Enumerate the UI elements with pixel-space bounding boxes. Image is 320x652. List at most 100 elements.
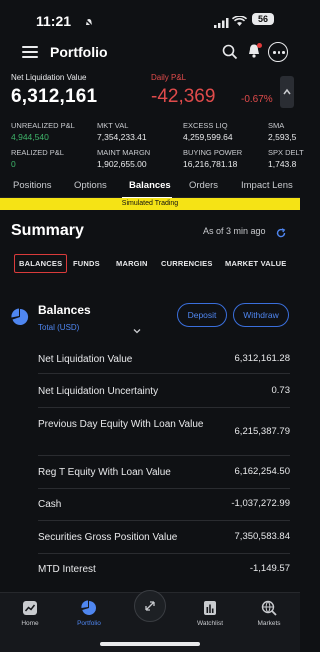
nav-markets[interactable]: Markets xyxy=(244,599,294,627)
balance-row-value: 0.73 xyxy=(271,385,291,396)
balance-row-value: -1,149.57 xyxy=(249,563,290,574)
spx-delta-label: SPX DELT xyxy=(268,148,304,157)
globe-search-icon xyxy=(244,599,294,617)
nav-watchlist[interactable]: Watchlist xyxy=(185,599,235,627)
chevron-up-icon xyxy=(283,88,291,95)
mkt-val-label: MKT VAL xyxy=(97,121,129,130)
balance-row: Reg T Equity With Loan Value 6,162,254.5… xyxy=(38,456,290,489)
subtab-funds[interactable]: FUNDS xyxy=(73,259,100,268)
pie-chart-icon xyxy=(11,308,29,331)
nav-markets-label: Markets xyxy=(257,620,281,627)
home-indicator xyxy=(100,642,200,646)
balance-row-value: 6,162,254.50 xyxy=(234,466,290,477)
balance-row: MTD Interest -1,149.57 xyxy=(38,554,290,586)
silent-bell-icon xyxy=(84,15,94,33)
balance-row: Net Liquidation Value 6,312,161.28 xyxy=(38,340,290,374)
sma-value: 2,593,5 xyxy=(268,132,297,142)
more-options-icon[interactable] xyxy=(268,42,288,62)
expand-handle[interactable] xyxy=(280,76,294,108)
realized-pnl-value: 0 xyxy=(11,159,16,169)
mkt-val-value: 7,354,233.41 xyxy=(97,132,147,142)
buying-power-value: 16,216,781.18 xyxy=(183,159,238,169)
nav-home[interactable]: Home xyxy=(5,599,55,627)
app-header: Portfolio xyxy=(0,38,300,68)
subtab-currencies[interactable]: CURRENCIES xyxy=(161,259,213,268)
tab-positions[interactable]: Positions xyxy=(13,180,52,191)
maint-margin-label: MAINT MARGN xyxy=(97,148,151,157)
tab-options[interactable]: Options xyxy=(74,180,107,191)
as-of-timestamp: As of 3 min ago xyxy=(203,226,266,236)
chart-line-icon xyxy=(5,599,55,617)
balance-row: Cash -1,037,272.99 xyxy=(38,489,290,521)
balance-row: Securities Gross Position Value 7,350,58… xyxy=(38,521,290,554)
watchlist-icon xyxy=(185,599,235,617)
nav-portfolio[interactable]: Portfolio xyxy=(64,599,114,627)
realized-pnl-label: REALIZED P&L xyxy=(11,148,64,157)
currency-selector[interactable]: Total (USD) xyxy=(38,323,79,332)
balance-row-label: Reg T Equity With Loan Value xyxy=(38,467,171,478)
spx-delta-value: 1,743.8 xyxy=(268,159,297,169)
balance-row-value: 6,312,161.28 xyxy=(234,353,290,364)
refresh-icon[interactable] xyxy=(276,225,286,243)
balance-row-label: Cash xyxy=(38,499,62,510)
trade-button[interactable] xyxy=(134,590,166,622)
trade-arrows-icon xyxy=(145,601,155,611)
tab-impact-lens[interactable]: Impact Lens xyxy=(241,180,293,191)
balance-row-label: Net Liquidation Value xyxy=(38,354,133,365)
subtab-balances[interactable]: BALANCES xyxy=(14,254,68,273)
status-bar: 11:21 56 xyxy=(0,0,300,34)
notification-bell-icon[interactable] xyxy=(247,43,262,64)
subtab-market-value[interactable]: MARKET VALUE xyxy=(225,259,286,268)
pie-chart-icon xyxy=(64,599,114,617)
balance-row-value: 7,350,583.84 xyxy=(234,531,290,542)
page-title: Portfolio xyxy=(50,44,108,60)
buying-power-label: BUYING POWER xyxy=(183,148,243,157)
unrealized-pnl-value: 4,944,540 xyxy=(11,132,49,142)
nav-watchlist-label: Watchlist xyxy=(196,620,224,627)
buying-power: BUYING POWER 16,216,781.18 xyxy=(183,148,242,169)
chevron-down-icon[interactable] xyxy=(132,322,142,340)
subtab-margin[interactable]: MARGIN xyxy=(116,259,148,268)
status-time: 11:21 xyxy=(36,13,72,29)
summary-title: Summary xyxy=(11,222,84,239)
excess-liq-value: 4,259,599.64 xyxy=(183,132,233,142)
excess-liq: EXCESS LIQ 4,259,599.64 xyxy=(183,121,233,142)
search-icon[interactable] xyxy=(222,44,238,65)
simulated-trading-banner: Simulated Trading xyxy=(0,198,300,210)
sma: SMA 2,593,5 xyxy=(268,121,296,142)
net-liq-value: 6,312,161 xyxy=(11,86,98,107)
daily-pnl-label: Daily P&L xyxy=(151,73,187,82)
maint-margin: MAINT MARGN 1,902,655.00 xyxy=(97,148,150,169)
net-liq-label: Net Liquidation Value xyxy=(11,73,87,82)
balance-row-label: MTD Interest xyxy=(38,564,96,575)
balance-row: Net Liquidation Uncertainty 0.73 xyxy=(38,374,290,408)
tab-balances[interactable]: Balances xyxy=(129,180,171,191)
balances-title: Balances xyxy=(38,303,91,317)
balance-row-value: -1,037,272.99 xyxy=(231,498,290,509)
portfolio-tabs: Positions Options Balances Orders Impact… xyxy=(0,176,300,199)
nav-home-label: Home xyxy=(21,620,39,627)
daily-pnl-percent: -0.67% xyxy=(241,94,273,105)
deposit-button[interactable]: Deposit xyxy=(177,303,227,327)
excess-liq-label: EXCESS LIQ xyxy=(183,121,228,130)
daily-pnl-value: -42,369 xyxy=(151,86,216,107)
nav-portfolio-label: Portfolio xyxy=(77,620,101,627)
tab-orders[interactable]: Orders xyxy=(189,180,218,191)
mkt-val: MKT VAL 7,354,233.41 xyxy=(97,121,147,142)
menu-icon[interactable] xyxy=(22,46,38,58)
balance-row-value: 6,215,387.79 xyxy=(234,426,290,437)
balance-row-label: Securities Gross Position Value xyxy=(38,532,178,543)
balance-row-label: Net Liquidation Uncertainty xyxy=(38,386,159,397)
balance-row-label: Previous Day Equity With Loan Value xyxy=(38,419,204,430)
signal-icon xyxy=(214,15,229,33)
wifi-icon xyxy=(231,14,248,32)
realized-pnl: REALIZED P&L 0 xyxy=(11,148,64,169)
unrealized-pnl-label: UNREALIZED P&L xyxy=(11,121,75,130)
spx-delta: SPX DELT 1,743.8 xyxy=(268,148,304,169)
unrealized-pnl: UNREALIZED P&L 4,944,540 xyxy=(11,121,75,142)
maint-margin-value: 1,902,655.00 xyxy=(97,159,147,169)
withdraw-button[interactable]: Withdraw xyxy=(233,303,289,327)
sma-label: SMA xyxy=(268,121,285,130)
battery-icon: 56 xyxy=(252,13,274,25)
balance-row: Previous Day Equity With Loan Value 6,21… xyxy=(38,408,290,456)
